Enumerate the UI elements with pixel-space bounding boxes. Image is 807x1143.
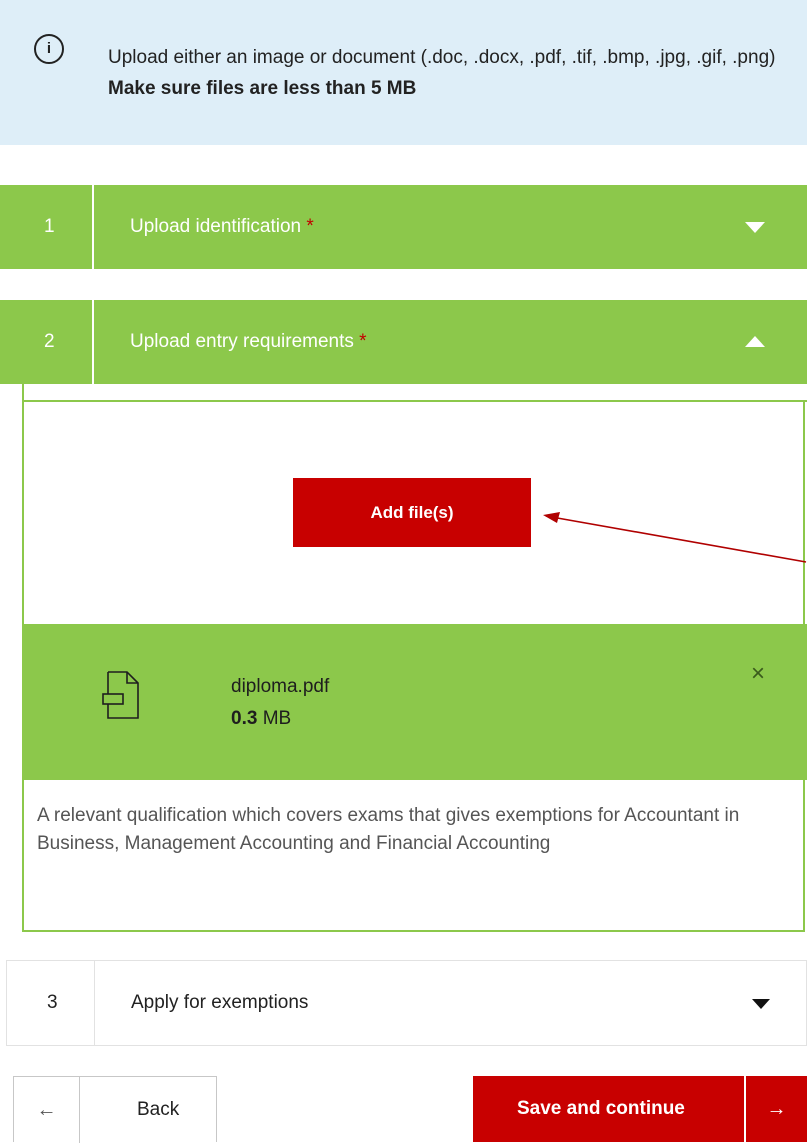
add-files-button[interactable]: Add file(s) <box>293 478 531 547</box>
uploaded-file-row: diploma.pdf 0.3 MB × <box>22 624 807 780</box>
file-size-value: 0.3 <box>231 708 258 729</box>
required-marker: * <box>306 216 314 237</box>
section-2-number: 2 <box>0 300 94 384</box>
section-3-number: 3 <box>7 961 95 1045</box>
section-2-title-text: Upload entry requirements <box>130 331 354 352</box>
required-marker: * <box>359 331 367 352</box>
section-3-title: Apply for exemptions <box>131 992 309 1013</box>
section-1-header[interactable]: 1 Upload identification * <box>0 185 807 269</box>
save-button-label: Save and continue <box>517 1098 685 1119</box>
section-description: A relevant qualification which covers ex… <box>37 805 740 854</box>
panel-divider <box>22 400 807 402</box>
annotation-arrow <box>543 512 807 563</box>
close-icon[interactable]: × <box>746 662 770 686</box>
section-3-header[interactable]: 3 Apply for exemptions <box>6 960 807 1046</box>
section-2-header[interactable]: 2 Upload entry requirements * <box>0 300 807 384</box>
info-text-plain: Upload either an image or document (.doc… <box>108 47 776 68</box>
section-1-number: 1 <box>0 185 94 269</box>
save-and-continue-button[interactable]: Save and continue → <box>473 1076 807 1142</box>
chevron-down-icon[interactable] <box>752 999 770 1009</box>
file-icon <box>102 671 139 719</box>
info-banner: i Upload either an image or document (.d… <box>0 0 807 145</box>
info-icon: i <box>34 34 64 64</box>
section-1-title: Upload identification * <box>130 185 314 269</box>
section-1-title-text: Upload identification <box>130 216 302 237</box>
file-name: diploma.pdf <box>231 676 330 697</box>
info-text-bold: Make sure files are less than 5 MB <box>108 78 417 99</box>
back-button[interactable]: ← Back <box>13 1076 217 1143</box>
arrow-right-icon: → <box>766 1098 787 1120</box>
section-2-title: Upload entry requirements * <box>130 300 367 384</box>
back-button-label: Back <box>137 1099 180 1120</box>
info-text: Upload either an image or document (.doc… <box>108 42 788 104</box>
arrow-left-icon: ← <box>14 1077 80 1143</box>
chevron-up-icon[interactable] <box>745 336 765 347</box>
chevron-down-icon[interactable] <box>745 222 765 233</box>
file-size-unit: MB <box>257 708 292 729</box>
file-size: 0.3 MB <box>231 708 291 730</box>
